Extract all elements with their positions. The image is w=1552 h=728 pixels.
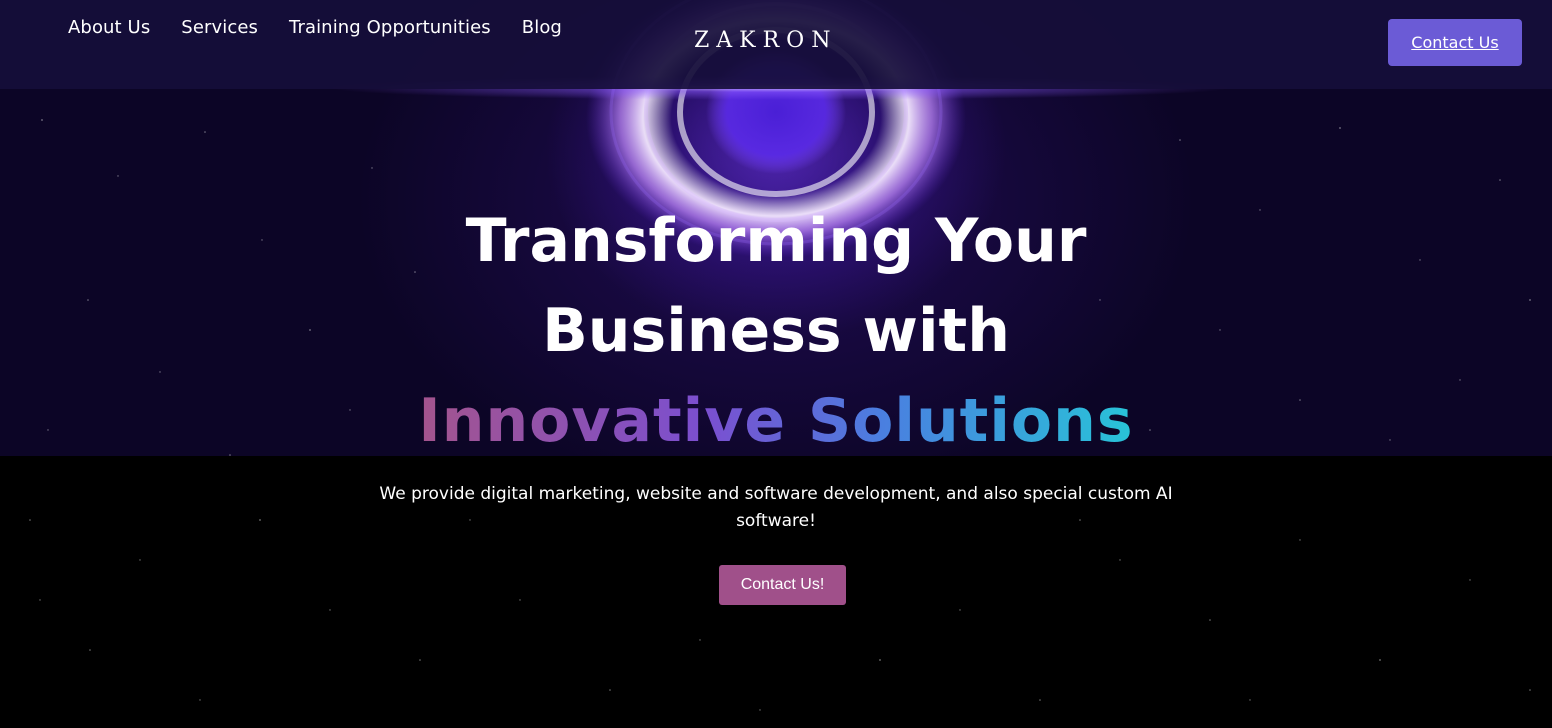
hero-contact-button[interactable]: Contact Us!	[719, 565, 846, 605]
hero-headline: Transforming Your Business with Innovati…	[276, 196, 1276, 466]
headline-line-2: Business with	[542, 296, 1010, 366]
landing-page: About Us Services Training Opportunities…	[0, 0, 1552, 728]
headline-highlight: Innovative Solutions	[418, 376, 1133, 466]
headline-line-3: Innovative Solutions	[276, 376, 1276, 466]
hero-subtitle: We provide digital marketing, website an…	[379, 484, 1173, 531]
nav-services[interactable]: Services	[181, 16, 258, 40]
header-contact-button[interactable]: Contact Us	[1388, 19, 1522, 66]
nav-about-us[interactable]: About Us	[68, 16, 150, 40]
site-header: About Us Services Training Opportunities…	[0, 0, 1552, 89]
headline-line-1: Transforming Your	[465, 206, 1087, 276]
site-logo[interactable]: ZAKRON	[694, 27, 844, 55]
nav-blog[interactable]: Blog	[522, 16, 562, 40]
main-nav: About Us Services Training Opportunities…	[68, 16, 593, 40]
nav-training-opportunities[interactable]: Training Opportunities	[289, 16, 491, 40]
